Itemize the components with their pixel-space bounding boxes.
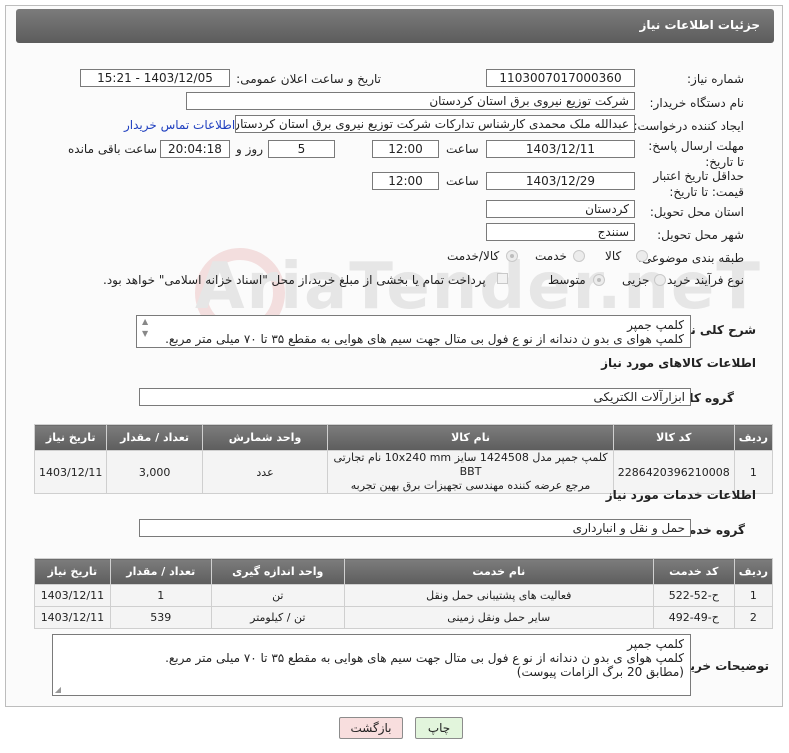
print-button[interactable]: چاپ [415, 717, 463, 739]
goods-cell-date: 1403/12/11 [33, 450, 108, 494]
summary-line-1: کلمپ جمپر [627, 318, 684, 332]
category-radio-service[interactable] [573, 250, 585, 262]
announce-datetime-field: 1403/12/05 - 15:21 [80, 69, 230, 87]
announce-label: تاریخ و ساعت اعلان عمومی: [236, 72, 381, 86]
goods-name-line-1: کلمپ جمپر مدل 1424508 سایز 10x240 mm نام… [333, 451, 608, 478]
treasury-payment-checkbox[interactable] [497, 273, 508, 284]
goods-header-unit: واحد شمارش [201, 424, 329, 451]
services-header-name: نام خدمت [343, 558, 654, 585]
service-cell-name: فعالیت های پشتیبانی حمل ونقل [343, 584, 654, 607]
services-header-row: ردیف [733, 558, 774, 585]
city-field: سنندج [486, 223, 635, 241]
goods-name-line-2: مرجع عرضه کننده مهندسی تجهیزات برق بهین … [350, 479, 591, 492]
service-cell-name: سایر حمل ونقل زمینی [343, 606, 654, 629]
table-row: 2 ح-49-492 سایر حمل ونقل زمینی تن / کیلو… [34, 606, 774, 629]
service-cell-date: 1403/12/11 [34, 584, 111, 607]
service-cell-qty: 539 [109, 606, 212, 629]
deadline-date-field: 1403/12/11 [486, 140, 635, 158]
deadline-label: مهلت ارسال پاسخ: تا تاریخ: [648, 139, 744, 169]
validity-label: حداقل تاریخ اعتبار قیمت: تا تاریخ: [653, 169, 744, 199]
buyer-notes-textarea[interactable]: کلمپ جمپر کلمپ هوای ی بدو ن دندانه از نو… [52, 634, 691, 696]
days-label: روز و [236, 142, 263, 156]
deadline-time-field: 12:00 [372, 140, 439, 158]
back-button[interactable]: بازگشت [339, 717, 403, 739]
category-option-goods: کالا [605, 249, 622, 263]
buyer-notes-line-3: (مطابق 20 برگ الزامات پیوست) [516, 665, 684, 679]
service-cell-unit: تن / کیلومتر [210, 606, 345, 629]
validity-time-field: 12:00 [372, 172, 439, 190]
category-option-goods-service: کالا/خدمت [447, 249, 500, 263]
treasury-payment-note: پرداخت تمام یا بخشی از مبلغ خرید،از محل … [103, 273, 486, 287]
service-cell-row: 2 [733, 606, 774, 629]
city-label: شهر محل تحویل: [657, 228, 744, 242]
services-header-date: تاریخ نیاز [34, 558, 111, 585]
goods-header-qty: تعداد / مقدار [106, 424, 203, 451]
table-row: 1 ح-52-522 فعالیت های پشتیبانی حمل ونقل … [34, 584, 774, 607]
days-remaining-field: 5 [268, 140, 335, 158]
validity-date-field: 1403/12/29 [486, 172, 635, 190]
service-cell-unit: تن [210, 584, 345, 607]
resize-handle-icon[interactable]: ◢ [53, 686, 61, 694]
creator-field: عبدالله ملک محمدی کارشناس تدارکات شرکت ت… [235, 115, 635, 133]
service-cell-code: ح-49-492 [652, 606, 735, 629]
purchase-option-medium: متوسط [548, 273, 586, 287]
need-number-field: 1103007017000360 [486, 69, 635, 87]
service-cell-code: ح-52-522 [652, 584, 735, 607]
goods-header-date: تاریخ نیاز [33, 424, 108, 451]
services-header-code: کد خدمت [652, 558, 735, 585]
category-option-service: خدمت [535, 249, 567, 263]
province-label: استان محل تحویل: [649, 205, 744, 219]
summary-textarea[interactable]: کلمپ جمپر کلمپ هوای ی بدو ن دندانه از نو… [136, 315, 691, 348]
creator-label: ایجاد کننده درخواست: [633, 119, 744, 133]
goods-cell-name: کلمپ جمپر مدل 1424508 سایز 10x240 mm نام… [327, 450, 614, 494]
validity-time-label: ساعت [446, 174, 479, 188]
services-header-qty: تعداد / مقدار [109, 558, 212, 585]
deadline-time-label: ساعت [446, 142, 479, 156]
purchase-radio-minor[interactable] [654, 274, 666, 286]
service-cell-row: 1 [733, 584, 774, 607]
service-cell-date: 1403/12/11 [34, 606, 111, 629]
goods-cell-unit: عدد [201, 450, 329, 494]
buyer-contact-link[interactable]: اطلاعات تماس خریدار [124, 118, 235, 132]
summary-scroll-arrows-icon[interactable]: ▲ ▼ [142, 316, 152, 346]
buyer-notes-line-1: کلمپ جمپر [627, 637, 684, 651]
province-field: کردستان [486, 200, 635, 218]
page-title: جزئیات اطلاعات نیاز [639, 18, 760, 32]
goods-group-field: ابزارآلات الکتریکی [139, 388, 691, 406]
goods-header-name: نام کالا [327, 424, 614, 451]
goods-header-row: ردیف [733, 424, 774, 451]
goods-cell-qty: 3,000 [106, 450, 203, 494]
goods-table: ردیف کد کالا نام کالا واحد شمارش تعداد /… [33, 424, 774, 494]
goods-header-code: کد کالا [612, 424, 735, 451]
category-radio-goods[interactable] [636, 250, 648, 262]
services-table: ردیف کد خدمت نام خدمت واحد اندازه گیری ت… [34, 558, 774, 629]
purchase-option-minor: جزیی [622, 273, 650, 287]
buyer-org-field: شرکت توزیع نیروی برق استان کردستان [186, 92, 635, 110]
category-radio-goods-service[interactable] [506, 250, 518, 262]
services-group-field: حمل و نقل و انبارداری [139, 519, 691, 537]
services-section-title: اطلاعات خدمات مورد نیاز [605, 488, 756, 502]
buyer-notes-line-2: کلمپ هوای ی بدو ن دندانه از نو ع فول بی … [165, 651, 684, 665]
purchase-type-label: نوع فرآیند خرید : [659, 273, 744, 287]
buyer-org-label: نام دستگاه خریدار: [649, 96, 745, 110]
services-header-unit: واحد اندازه گیری [210, 558, 345, 585]
service-cell-qty: 1 [109, 584, 212, 607]
goods-section-title: اطلاعات کالاهای مورد نیاز [601, 356, 756, 370]
remaining-time-field: 20:04:18 [160, 140, 230, 158]
page-title-bar: جزئیات اطلاعات نیاز [16, 9, 774, 43]
need-number-label: شماره نیاز: [687, 72, 744, 86]
category-label: طبقه بندی موضوعی: [637, 251, 744, 265]
summary-line-2: کلمپ هوای ی بدو ن دندانه از نو ع فول بی … [165, 332, 684, 346]
purchase-radio-medium[interactable] [593, 274, 605, 286]
remaining-label: ساعت باقی مانده [68, 142, 158, 156]
